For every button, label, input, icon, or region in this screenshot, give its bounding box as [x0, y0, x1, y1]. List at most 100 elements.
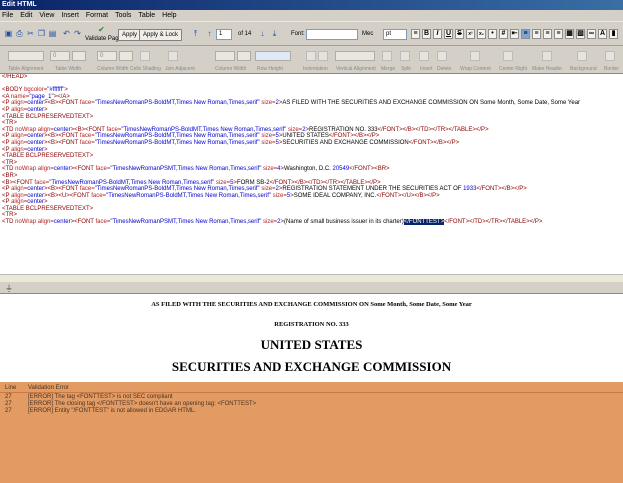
- validate-icon[interactable]: ✔: [97, 25, 106, 34]
- menu-edit[interactable]: Edit: [20, 12, 32, 19]
- undo-icon[interactable]: ↶: [62, 29, 71, 38]
- subscript-icon[interactable]: x₂: [477, 29, 486, 39]
- superscript-icon[interactable]: x²: [466, 29, 475, 39]
- source-token: ><B><FONT: [43, 133, 80, 140]
- source-line[interactable]: <BR>: [2, 173, 623, 180]
- cell-width-unit-select[interactable]: [119, 51, 133, 61]
- last-page-icon[interactable]: ⤓: [270, 29, 279, 38]
- source-line[interactable]: <P align=center>: [2, 199, 623, 206]
- image-icon[interactable]: ▧: [576, 29, 585, 39]
- source-line[interactable]: <TR>: [2, 120, 623, 127]
- justify-icon[interactable]: ≡: [554, 29, 563, 39]
- row-height-select[interactable]: [255, 51, 291, 61]
- font-select[interactable]: [306, 29, 358, 40]
- border-icon[interactable]: [605, 51, 615, 61]
- source-line[interactable]: [2, 81, 623, 88]
- prev-page-icon[interactable]: ↑: [205, 29, 214, 38]
- first-page-icon[interactable]: ⤒: [191, 29, 200, 38]
- source-line[interactable]: <P align=center><B><FONT face="TimesNewR…: [2, 133, 623, 140]
- menu-file[interactable]: File: [2, 12, 13, 19]
- numbering-icon[interactable]: #: [499, 29, 508, 39]
- copy-icon[interactable]: ❐: [37, 29, 46, 38]
- menu-view[interactable]: View: [39, 12, 54, 19]
- source-line[interactable]: <TR>: [2, 160, 623, 167]
- next-page-icon[interactable]: ↓: [258, 29, 267, 38]
- strikethrough-icon[interactable]: S: [455, 29, 464, 39]
- menu-tools[interactable]: Tools: [115, 12, 131, 19]
- underline-icon[interactable]: U: [444, 29, 453, 39]
- align-center-icon[interactable]: ≡: [532, 29, 541, 39]
- source-horizontal-scrollbar[interactable]: [0, 274, 623, 282]
- source-line[interactable]: <P align=center><B><FONT face="TimesNewR…: [2, 186, 623, 193]
- outdent-table-icon[interactable]: [318, 51, 328, 61]
- source-token: >: [43, 146, 48, 153]
- page-number-input[interactable]: 1: [216, 29, 232, 40]
- source-line[interactable]: <P align=center><B><FONT face="TimesNewR…: [2, 100, 623, 107]
- join-adjacent-icon[interactable]: [168, 51, 178, 61]
- source-line[interactable]: <P align=center><B><FONT face="TimesNewR…: [2, 140, 623, 147]
- delete-icon[interactable]: [437, 51, 447, 61]
- error-row[interactable]: 27 [ERROR] Entity "/FONTTEST" is not allo…: [0, 408, 623, 415]
- highlight-icon[interactable]: ▮: [609, 29, 618, 39]
- table-icon[interactable]: ▦: [565, 29, 574, 39]
- apply-button[interactable]: Apply: [118, 29, 142, 41]
- cut-icon[interactable]: ✂: [26, 29, 35, 38]
- table-width-unit-select[interactable]: [72, 51, 86, 61]
- column-width-input[interactable]: [215, 51, 235, 61]
- indent-icon[interactable]: [306, 51, 316, 61]
- source-line[interactable]: <TR>: [2, 212, 623, 219]
- wrap-content-icon[interactable]: [470, 51, 480, 61]
- bullets-icon[interactable]: •: [488, 29, 497, 39]
- source-line[interactable]: <TABLE BCLPRESERVEDTEXT>: [2, 114, 623, 121]
- source-line[interactable]: <P align=center><B><U><FONT face="TimesN…: [2, 193, 623, 200]
- menu-format[interactable]: Format: [86, 12, 108, 19]
- link-icon[interactable]: ∞: [587, 29, 596, 39]
- source-line[interactable]: <TABLE BCLPRESERVEDTEXT>: [2, 153, 623, 160]
- color-icon[interactable]: A: [598, 29, 607, 39]
- center-right-icon[interactable]: [503, 51, 513, 61]
- menu-help[interactable]: Help: [162, 12, 176, 19]
- cell-width-input[interactable]: 0: [97, 51, 117, 61]
- print-icon[interactable]: ⎙: [15, 29, 24, 38]
- italic-icon[interactable]: I: [433, 29, 442, 39]
- redo-icon[interactable]: ↷: [73, 29, 82, 38]
- cell-shading-icon[interactable]: [140, 51, 150, 61]
- source-line[interactable]: </HEAD>: [2, 74, 623, 81]
- merge-icon[interactable]: [382, 51, 392, 61]
- bold-icon[interactable]: B: [422, 29, 431, 39]
- save-icon[interactable]: ▣: [4, 29, 13, 38]
- insert-icon[interactable]: [419, 51, 429, 61]
- table-width-input[interactable]: 0: [50, 51, 70, 61]
- paste-icon[interactable]: ▤: [48, 29, 57, 38]
- source-line[interactable]: <P align=center>: [2, 147, 623, 154]
- toggle-pane-icon[interactable]: ⏚: [5, 283, 13, 294]
- table-alignment-select[interactable]: [8, 51, 44, 61]
- split-icon[interactable]: [400, 51, 410, 61]
- pane-splitter[interactable]: ⏚: [0, 282, 623, 294]
- outdent-icon[interactable]: ⇤: [510, 29, 519, 39]
- menu-table[interactable]: Table: [138, 12, 155, 19]
- validate-page-button[interactable]: Validate Page: [85, 36, 122, 42]
- source-token: <TR>: [2, 212, 18, 219]
- make-header-icon[interactable]: [542, 51, 552, 61]
- error-row[interactable]: 27 [ERROR] The closing tag </FONTTEST> do…: [0, 401, 623, 408]
- source-line[interactable]: <BODY bgcolor="#ffffff">: [2, 87, 623, 94]
- align-right-icon[interactable]: ≡: [543, 29, 552, 39]
- unit-select[interactable]: pt: [383, 29, 407, 40]
- background-icon[interactable]: [577, 51, 587, 61]
- align-left-text-icon[interactable]: ≡: [521, 29, 530, 39]
- source-line[interactable]: <B><FONT face="TimesNewRomanPS-BoldMT,Ti…: [2, 180, 623, 187]
- apply-lock-button[interactable]: Apply & Lock: [139, 29, 183, 41]
- vertical-alignment-select[interactable]: [335, 51, 375, 61]
- source-line[interactable]: <A name="page_1"></A>: [2, 94, 623, 101]
- source-line[interactable]: <P align=center>: [2, 107, 623, 114]
- source-line[interactable]: <TD noWrap align=center><FONT face="Time…: [2, 166, 623, 173]
- source-line[interactable]: <TD noWrap align=center><FONT face="Time…: [2, 219, 623, 226]
- align-left-icon[interactable]: ≡: [411, 29, 420, 39]
- html-source-editor[interactable]: </HEAD> <BODY bgcolor="#ffffff"> <A name="…: [0, 74, 623, 282]
- column-width-unit-select[interactable]: [237, 51, 251, 61]
- source-line[interactable]: <TABLE BCLPRESERVEDTEXT>: [2, 206, 623, 213]
- menu-insert[interactable]: Insert: [61, 12, 79, 19]
- source-line[interactable]: <TD noWrap align=center><B><FONT face="T…: [2, 127, 623, 134]
- error-row[interactable]: 27 [ERROR] The tag <FONTTEST> is not SEC …: [0, 394, 623, 401]
